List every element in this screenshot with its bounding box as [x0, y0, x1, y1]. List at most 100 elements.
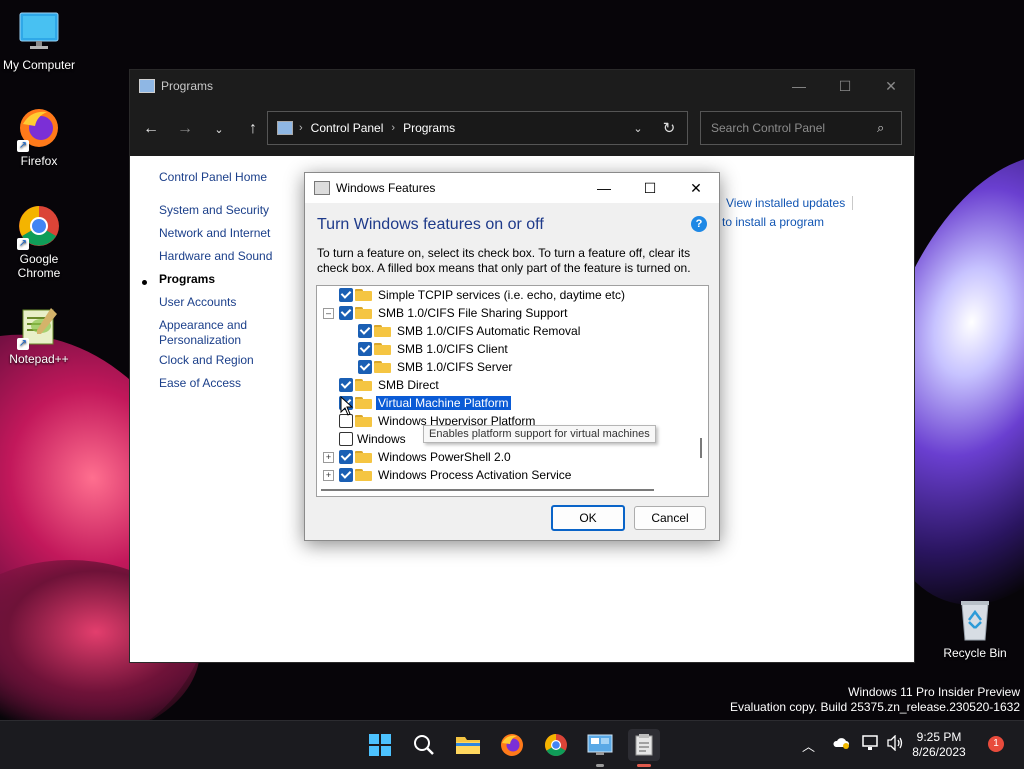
- expand-icon[interactable]: +: [323, 452, 334, 463]
- maximize-button[interactable]: ☐: [822, 70, 868, 102]
- vertical-scrollbar[interactable]: [700, 438, 702, 458]
- folder-icon: [355, 415, 372, 427]
- sidebar-item-control-panel-home[interactable]: Control Panel Home: [159, 170, 267, 185]
- chevron-down-icon[interactable]: ⌄: [625, 122, 651, 135]
- volume-icon[interactable]: [886, 734, 904, 754]
- firefox-taskbar-button[interactable]: [496, 729, 528, 761]
- search-input[interactable]: [709, 120, 873, 136]
- install-program-link[interactable]: w to install a program: [710, 215, 824, 229]
- network-icon[interactable]: [862, 735, 880, 754]
- feature-checkbox[interactable]: [358, 360, 372, 374]
- close-button[interactable]: ✕: [868, 70, 914, 102]
- firefox-icon: ↗: [17, 106, 61, 152]
- sidebar-item-ease-of-access[interactable]: Ease of Access: [159, 376, 241, 391]
- feature-label[interactable]: Windows: [355, 432, 408, 446]
- horizontal-scrollbar[interactable]: [321, 489, 654, 491]
- feature-checkbox[interactable]: [339, 468, 353, 482]
- sidebar-item-user-accounts[interactable]: User Accounts: [159, 295, 236, 310]
- sidebar-item-appearance[interactable]: Appearance and Personalization: [159, 318, 269, 348]
- feature-label[interactable]: SMB 1.0/CIFS Client: [395, 342, 510, 356]
- monitor-icon: [17, 10, 61, 54]
- feature-checkbox[interactable]: [339, 288, 353, 302]
- ok-button[interactable]: OK: [551, 505, 625, 531]
- feature-row[interactable]: SMB 1.0/CIFS Server: [358, 358, 514, 376]
- feature-label[interactable]: Virtual Machine Platform: [376, 396, 511, 410]
- window-titlebar[interactable]: Programs — ☐ ✕: [130, 70, 914, 102]
- feature-checkbox[interactable]: [339, 306, 353, 320]
- system-clock[interactable]: 9:25 PM 8/26/2023: [910, 730, 968, 760]
- desktop-icon-recycle-bin[interactable]: Recycle Bin: [937, 598, 1013, 660]
- control-panel-taskbar-button[interactable]: [584, 729, 616, 767]
- desktop-icon-my-computer[interactable]: My Computer: [1, 10, 77, 72]
- up-button[interactable]: ↑: [236, 113, 270, 145]
- collapse-icon[interactable]: –: [323, 308, 334, 319]
- dialog-close-button[interactable]: ✕: [673, 173, 719, 203]
- feature-tooltip: Enables platform support for virtual mac…: [423, 425, 656, 443]
- feature-row[interactable]: SMB Direct: [339, 376, 441, 394]
- sidebar-item-system-security[interactable]: System and Security: [159, 203, 269, 218]
- feature-row-selected[interactable]: Virtual Machine Platform: [339, 394, 511, 412]
- breadcrumb-programs[interactable]: Programs: [403, 121, 455, 135]
- feature-label[interactable]: SMB 1.0/CIFS Server: [395, 360, 514, 374]
- feature-checkbox[interactable]: [339, 432, 353, 446]
- desktop-icon-chrome[interactable]: ↗ Google Chrome: [1, 204, 77, 280]
- feature-label[interactable]: SMB 1.0/CIFS File Sharing Support: [376, 306, 569, 320]
- cancel-button[interactable]: Cancel: [634, 506, 706, 530]
- feature-checkbox[interactable]: [358, 324, 372, 338]
- feature-checkbox[interactable]: [339, 414, 353, 428]
- feature-checkbox[interactable]: [358, 342, 372, 356]
- dialog-heading: Turn Windows features on or off: [317, 216, 544, 233]
- feature-row[interactable]: Windows: [339, 430, 408, 448]
- search-taskbar-button[interactable]: [408, 729, 440, 761]
- feature-label[interactable]: SMB 1.0/CIFS Automatic Removal: [395, 324, 582, 338]
- address-bar[interactable]: › Control Panel › Programs ⌄ ↻: [267, 111, 688, 145]
- recent-locations-button[interactable]: ⌄: [202, 113, 236, 145]
- sidebar-item-programs[interactable]: Programs: [159, 272, 215, 287]
- dialog-titlebar[interactable]: Windows Features — ☐ ✕: [305, 173, 719, 203]
- start-button[interactable]: [364, 729, 396, 761]
- folder-icon: [355, 307, 372, 319]
- sidebar-item-clock-region[interactable]: Clock and Region: [159, 353, 254, 368]
- minimize-button[interactable]: —: [776, 70, 822, 102]
- back-button[interactable]: ←: [134, 113, 168, 145]
- feature-row[interactable]: SMB 1.0/CIFS File Sharing Support: [339, 304, 569, 322]
- expand-icon[interactable]: +: [323, 470, 334, 481]
- dialog-maximize-button[interactable]: ☐: [627, 173, 673, 203]
- feature-row[interactable]: Windows Process Activation Service: [339, 466, 573, 484]
- feature-label[interactable]: Windows PowerShell 2.0: [376, 450, 513, 464]
- show-hidden-icons-chevron-icon[interactable]: ︿: [802, 736, 815, 755]
- feature-label[interactable]: SMB Direct: [376, 378, 441, 392]
- dialog-minimize-button[interactable]: —: [581, 173, 627, 203]
- folder-icon: [355, 289, 372, 301]
- notification-badge[interactable]: 1: [988, 736, 1004, 752]
- feature-row[interactable]: SMB 1.0/CIFS Automatic Removal: [358, 322, 582, 340]
- feature-row[interactable]: Windows PowerShell 2.0: [339, 448, 513, 466]
- view-installed-updates-link[interactable]: View installed updates: [726, 196, 845, 210]
- sidebar-item-hardware-sound[interactable]: Hardware and Sound: [159, 249, 272, 264]
- onedrive-icon[interactable]: [832, 735, 850, 752]
- shortcut-arrow-icon: ↗: [17, 338, 29, 350]
- sidebar-item-network[interactable]: Network and Internet: [159, 226, 270, 241]
- active-indicator: [637, 764, 651, 767]
- control-panel-icon: [277, 121, 293, 135]
- file-explorer-taskbar-button[interactable]: [452, 729, 484, 761]
- desktop-icon-notepadpp[interactable]: ↗ Notepad++: [1, 304, 77, 366]
- refresh-icon[interactable]: ↻: [651, 119, 687, 137]
- feature-row[interactable]: Simple TCPIP services (i.e. echo, daytim…: [339, 286, 627, 304]
- search-icon[interactable]: ⌕: [877, 120, 884, 136]
- chrome-taskbar-button[interactable]: [540, 729, 572, 761]
- search-box[interactable]: ⌕: [700, 111, 902, 145]
- forward-button[interactable]: →: [168, 113, 202, 145]
- feature-label[interactable]: Windows Process Activation Service: [376, 468, 573, 482]
- breadcrumb-chevron-icon[interactable]: ›: [391, 122, 395, 134]
- help-icon[interactable]: ?: [691, 216, 707, 232]
- windows-features-taskbar-button[interactable]: [628, 729, 660, 767]
- features-tree[interactable]: Simple TCPIP services (i.e. echo, daytim…: [316, 285, 709, 497]
- folder-icon: [355, 451, 372, 463]
- desktop-icon-firefox[interactable]: ↗ Firefox: [1, 106, 77, 168]
- feature-label[interactable]: Simple TCPIP services (i.e. echo, daytim…: [376, 288, 627, 302]
- feature-row[interactable]: SMB 1.0/CIFS Client: [358, 340, 510, 358]
- breadcrumb-control-panel[interactable]: Control Panel: [311, 121, 384, 135]
- feature-checkbox[interactable]: [339, 450, 353, 464]
- feature-checkbox[interactable]: [339, 378, 353, 392]
